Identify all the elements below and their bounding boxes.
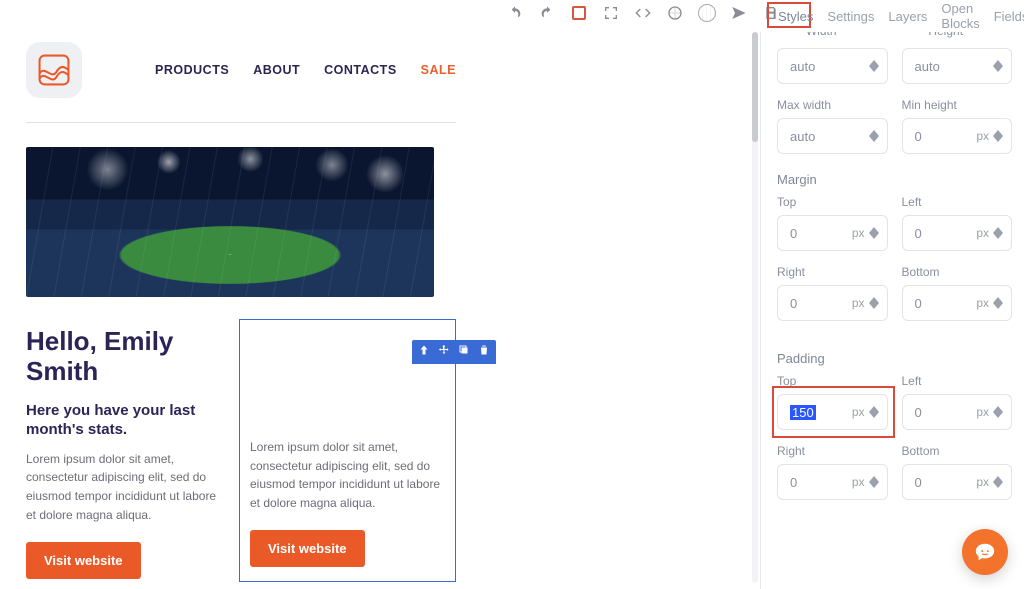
margin-bottom-label: Bottom <box>902 265 1013 279</box>
nav-about[interactable]: ABOUT <box>253 63 300 77</box>
margin-right-label: Right <box>777 265 888 279</box>
max-width-input[interactable] <box>790 129 869 144</box>
padding-group-label: Padding <box>777 351 1012 366</box>
tab-styles[interactable]: Styles <box>778 9 813 24</box>
tab-open-blocks[interactable]: Open Blocks <box>941 1 979 31</box>
margin-top-field[interactable]: px <box>777 215 888 251</box>
outline-icon[interactable] <box>569 3 589 23</box>
margin-group-label: Margin <box>777 172 1012 187</box>
margin-right-input[interactable] <box>790 296 852 311</box>
send-icon[interactable] <box>729 3 749 23</box>
selected-block-toolbar <box>412 340 496 364</box>
left-body-text: Lorem ipsum dolor sit amet, consectetur … <box>26 450 221 524</box>
move-icon[interactable] <box>438 343 450 361</box>
subheading: Here you have your last month's stats. <box>26 401 221 440</box>
height-label-cut: Height <box>902 32 1013 38</box>
tab-fields[interactable]: Fields <box>994 9 1024 24</box>
padding-spacer <box>250 320 445 438</box>
padding-left-input[interactable] <box>915 405 977 420</box>
sidepanel-tabs: Styles Settings Layers Open Blocks Field… <box>768 0 1024 32</box>
tab-settings[interactable]: Settings <box>827 9 874 24</box>
greeting-heading: Hello, Emily Smith <box>26 327 221 387</box>
email-nav: PRODUCTS ABOUT CONTACTS SALE <box>155 63 456 77</box>
min-height-field[interactable]: px <box>902 118 1013 154</box>
right-cta-button[interactable]: Visit website <box>250 530 365 567</box>
globe-icon[interactable] <box>697 3 717 23</box>
width-label-cut: Width <box>777 32 888 38</box>
width-input[interactable] <box>790 59 869 74</box>
padding-right-label: Right <box>777 444 888 458</box>
duplicate-icon[interactable] <box>458 343 470 361</box>
margin-left-input[interactable] <box>915 226 977 241</box>
max-width-field[interactable] <box>777 118 888 154</box>
email-canvas: PRODUCTS ABOUT CONTACTS SALE Hello, Emil… <box>26 30 456 589</box>
padding-bottom-input[interactable] <box>915 475 977 490</box>
width-field[interactable] <box>777 48 888 84</box>
padding-left-label: Left <box>902 374 1013 388</box>
min-height-input[interactable] <box>915 129 977 144</box>
redo-icon[interactable] <box>537 3 557 23</box>
padding-left-field[interactable]: px <box>902 394 1013 430</box>
padding-top-input[interactable]: 150 <box>790 405 816 420</box>
margin-bottom-input[interactable] <box>915 296 977 311</box>
min-height-unit: px <box>976 129 989 143</box>
margin-top-label: Top <box>777 195 888 209</box>
right-body-text: Lorem ipsum dolor sit amet, consectetur … <box>250 438 445 512</box>
padding-bottom-label: Bottom <box>902 444 1013 458</box>
hero-image[interactable] <box>26 147 434 297</box>
min-height-stepper[interactable] <box>993 130 1003 142</box>
padding-right-field[interactable]: px <box>777 464 888 500</box>
tab-layers[interactable]: Layers <box>888 9 927 24</box>
fullscreen-icon[interactable] <box>601 3 621 23</box>
left-cta-button[interactable]: Visit website <box>26 542 141 579</box>
styles-panel: Width Height Max width <box>760 32 1024 589</box>
margin-left-field[interactable]: px <box>902 215 1013 251</box>
brand-logo <box>26 42 82 98</box>
max-width-stepper[interactable] <box>869 130 879 142</box>
padding-bottom-field[interactable]: px <box>902 464 1013 500</box>
padding-right-input[interactable] <box>790 475 852 490</box>
height-input[interactable] <box>915 59 994 74</box>
code-icon[interactable] <box>633 3 653 23</box>
margin-bottom-field[interactable]: px <box>902 285 1013 321</box>
editor-toolbar <box>505 3 781 23</box>
left-column[interactable]: Hello, Emily Smith Here you have your la… <box>26 313 225 582</box>
height-stepper[interactable] <box>993 60 1003 72</box>
panel-scrollbar[interactable] <box>752 32 758 583</box>
nav-sale[interactable]: SALE <box>421 63 456 77</box>
divider <box>26 122 456 123</box>
move-up-icon[interactable] <box>418 343 430 361</box>
margin-right-field[interactable]: px <box>777 285 888 321</box>
padding-top-label: Top <box>777 374 888 388</box>
preview-icon[interactable] <box>665 3 685 23</box>
width-stepper[interactable] <box>869 60 879 72</box>
chat-widget[interactable] <box>962 529 1008 575</box>
nav-products[interactable]: PRODUCTS <box>155 63 229 77</box>
max-width-label: Max width <box>777 98 888 112</box>
delete-icon[interactable] <box>478 343 490 361</box>
undo-icon[interactable] <box>505 3 525 23</box>
margin-top-input[interactable] <box>790 226 852 241</box>
min-height-label: Min height <box>902 98 1013 112</box>
height-field[interactable] <box>902 48 1013 84</box>
nav-contacts[interactable]: CONTACTS <box>324 63 397 77</box>
margin-left-label: Left <box>902 195 1013 209</box>
padding-top-field[interactable]: 150 px <box>777 394 888 430</box>
